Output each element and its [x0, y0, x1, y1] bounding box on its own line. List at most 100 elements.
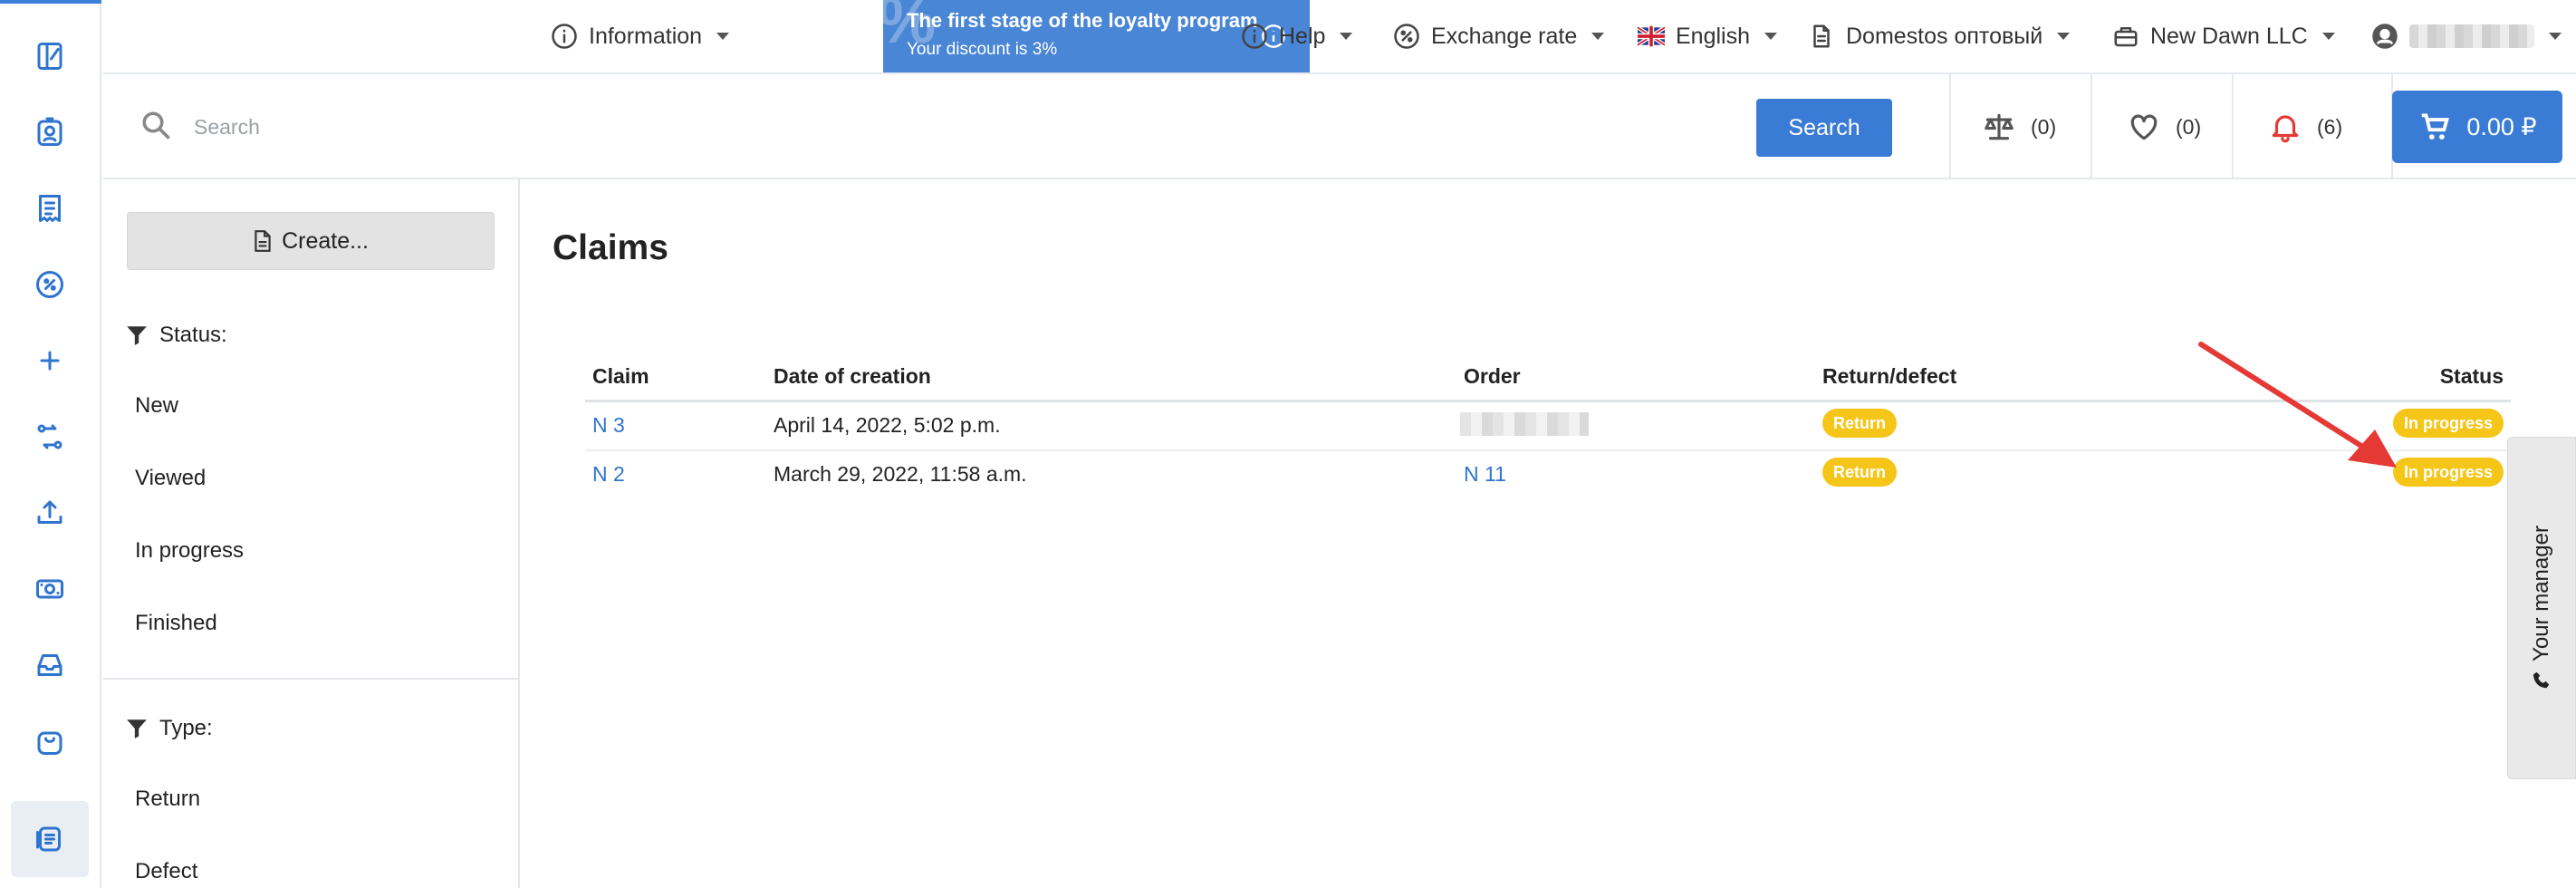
rail-add-button[interactable] [11, 323, 89, 399]
rail-inbox-button[interactable] [11, 627, 89, 703]
claims-document-icon [36, 826, 61, 852]
rail-accent-bar [0, 0, 101, 4]
help-label: Help [1279, 23, 1326, 49]
create-label: Create... [282, 227, 369, 254]
column-header-date[interactable]: Date of creation [774, 364, 931, 389]
exchange-rate-label: Exchange rate [1431, 23, 1578, 49]
claim-link[interactable]: N 2 [592, 462, 625, 487]
favorites-count: (0) [2176, 114, 2202, 139]
language-menu[interactable]: English [1638, 0, 1777, 72]
information-menu[interactable]: Information [551, 0, 730, 72]
top-bar: Information % The first stage of the loy… [103, 0, 2576, 74]
document-icon [255, 230, 271, 252]
rail-bag-button[interactable] [11, 703, 89, 779]
help-menu[interactable]: Help [1241, 0, 1353, 72]
exchange-rate-menu[interactable]: Exchange rate [1393, 0, 1605, 72]
status-badge: In progress [2392, 409, 2504, 438]
column-header-claim[interactable]: Claim [592, 364, 649, 389]
rail-claims-button[interactable] [11, 801, 89, 877]
search-icon [139, 109, 172, 141]
shopping-bag-icon [37, 731, 62, 755]
scales-icon [1985, 113, 2014, 140]
column-header-status[interactable]: Status [2440, 364, 2504, 389]
percent-icon [36, 271, 63, 298]
filter-icon [127, 326, 147, 345]
notifications-counter[interactable]: (6) [2268, 74, 2342, 179]
chevron-down-icon [2057, 33, 2071, 40]
status-filter-viewed[interactable]: Viewed [135, 466, 206, 491]
separator [2091, 74, 2092, 179]
search-input[interactable] [194, 101, 1824, 152]
separator [1949, 74, 1951, 179]
phone-icon [2533, 671, 2550, 689]
status-filter-in-progress[interactable]: In progress [135, 538, 244, 564]
briefcase-icon [2114, 27, 2138, 47]
profile-badge-icon [37, 117, 62, 146]
manager-tab-label: Your manager [2529, 526, 2553, 661]
info-icon [552, 24, 577, 49]
rail-orders-button[interactable] [11, 170, 89, 246]
status-badge: In progress [2392, 458, 2504, 487]
column-header-order[interactable]: Order [1464, 364, 1521, 389]
search-button[interactable]: Search [1756, 99, 1892, 157]
chevron-down-icon [1764, 33, 1777, 40]
cart-icon [2422, 113, 2450, 140]
uk-flag-icon [1638, 24, 1665, 48]
receipt-icon [39, 195, 61, 222]
filter-icon [127, 719, 147, 738]
cart-button[interactable]: 0.00 ₽ [2392, 91, 2562, 163]
search-bar: Search (0) (0) (6) 0.00 ₽ [103, 74, 2576, 179]
type-heading-label: Type: [159, 716, 213, 740]
loyalty-title: The first stage of the loyalty program [907, 9, 1258, 32]
warehouse-menu[interactable]: Domestos оптовый [1808, 0, 2071, 72]
column-header-return-defect[interactable]: Return/defect [1822, 364, 1956, 389]
page-title: Claims [553, 228, 668, 267]
claim-date: April 14, 2022, 5:02 p.m. [774, 413, 1001, 437]
chevron-down-icon [2321, 33, 2335, 40]
rail-upload-button[interactable] [11, 475, 89, 551]
heart-icon [2130, 114, 2158, 140]
compare-counter[interactable]: (0) [1982, 74, 2056, 179]
percent-circle-icon [1394, 24, 1419, 49]
rail-profile-button[interactable] [11, 94, 89, 170]
order-redacted [1460, 412, 1589, 436]
company-menu[interactable]: New Dawn LLC [2112, 0, 2335, 72]
company-label: New Dawn LLC [2150, 23, 2308, 49]
rail-catalog-button[interactable] [11, 18, 89, 94]
exchange-icon [37, 424, 62, 449]
user-menu[interactable] [2371, 0, 2562, 72]
cart-total: 0.00 ₽ [2466, 112, 2537, 140]
manager-tab-content: Your manager [2529, 526, 2554, 690]
favorites-counter[interactable]: (0) [2127, 74, 2201, 179]
filter-sidebar: Create... Status: New Viewed In progress… [103, 179, 520, 888]
status-filter-heading: Status: [125, 323, 227, 348]
rail-exchange-button[interactable] [11, 399, 89, 475]
status-filter-finished[interactable]: Finished [135, 611, 217, 636]
type-badge: Return [1822, 458, 1897, 487]
document-icon [1813, 24, 1830, 48]
type-filter-defect[interactable]: Defect [135, 859, 197, 884]
upload-icon [37, 500, 62, 524]
status-filter-new[interactable]: New [135, 393, 178, 419]
icon-rail [0, 0, 101, 888]
type-badge: Return [1822, 409, 1897, 438]
chevron-down-icon [1340, 33, 1353, 40]
order-link[interactable]: N 11 [1464, 462, 1506, 487]
notifications-count: (6) [2317, 114, 2343, 139]
rail-finance-button[interactable] [11, 551, 89, 627]
warehouse-label: Domestos оптовый [1846, 23, 2043, 49]
money-icon [36, 579, 63, 599]
separator [2232, 74, 2234, 179]
create-button[interactable]: Create... [127, 212, 495, 270]
chevron-down-icon [2549, 33, 2562, 40]
plus-icon [40, 351, 60, 371]
type-filter-return[interactable]: Return [135, 787, 200, 812]
user-name-redacted [2409, 24, 2534, 48]
rail-discounts-button[interactable] [11, 246, 89, 323]
catalog-icon [37, 43, 62, 70]
information-label: Information [589, 23, 703, 49]
chevron-down-icon [1591, 33, 1605, 40]
claim-link[interactable]: N 3 [592, 413, 625, 438]
your-manager-tab[interactable]: Your manager [2507, 437, 2576, 779]
language-label: English [1676, 23, 1750, 49]
